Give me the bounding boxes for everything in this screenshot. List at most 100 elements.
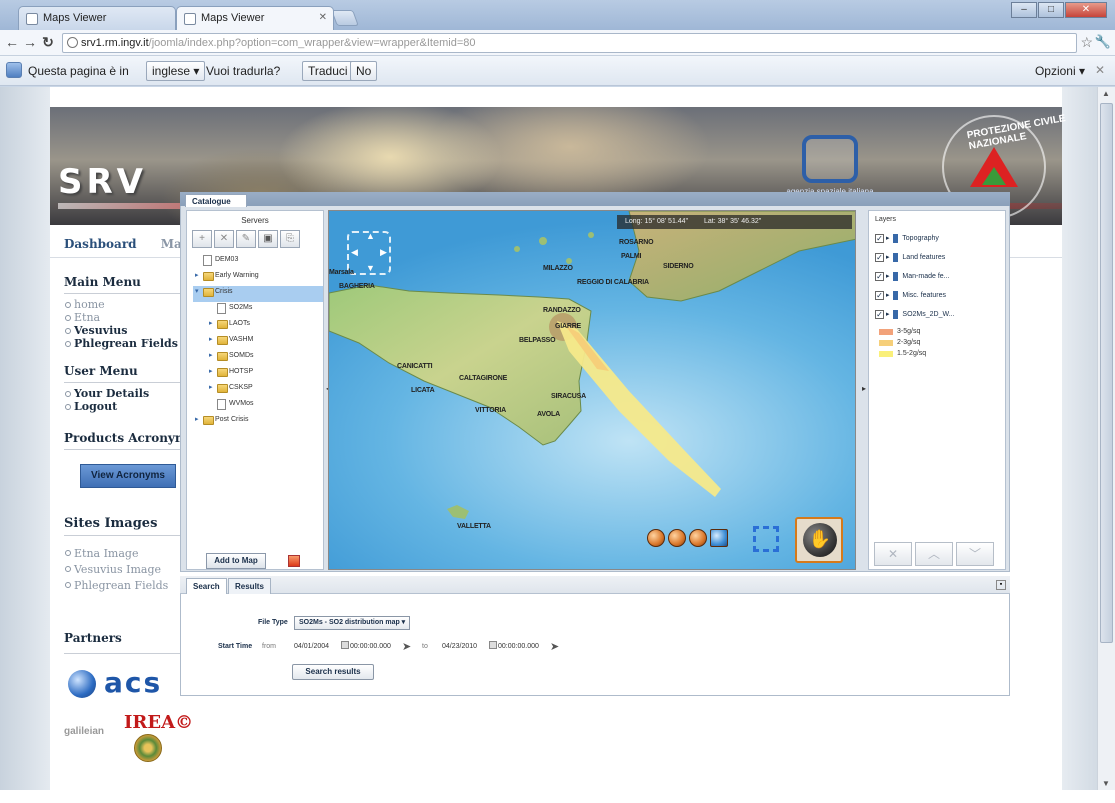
to-date-field[interactable]: 04/23/2010 — [442, 643, 477, 650]
tree-item[interactable]: ▸ LAOTs — [207, 318, 323, 334]
tree-item[interactable]: ▸ SOMDs — [207, 350, 323, 366]
close-tab-icon[interactable]: ✕ — [319, 12, 327, 23]
reload-icon[interactable]: ↻ — [40, 34, 56, 51]
forward-arrow-icon[interactable]: → — [22, 34, 38, 50]
pan-right-icon[interactable]: ▶ — [380, 247, 387, 258]
from-date-field[interactable]: 04/01/2004 — [294, 643, 329, 650]
layer-info-icon[interactable] — [893, 290, 899, 300]
expand-toggle-icon[interactable]: ▾ — [195, 286, 199, 298]
scrollbar-thumb[interactable] — [1100, 103, 1113, 643]
expand-toggle-icon[interactable]: ▸ — [209, 318, 213, 330]
pan-down-icon[interactable]: ▼ — [366, 263, 375, 273]
page-scrollbar[interactable]: ▲ ▼ — [1097, 87, 1115, 790]
expand-toggle-icon[interactable]: ▸ — [886, 254, 891, 261]
calendar-icon[interactable] — [489, 641, 497, 649]
info-tool-icon[interactable] — [647, 529, 665, 547]
layer-checkbox[interactable]: ✓ — [875, 309, 884, 319]
tab-results[interactable]: Results — [228, 578, 271, 594]
layer-item[interactable]: ✓ ▸ Topography — [869, 229, 1005, 248]
irea-logo[interactable]: IREA© — [124, 712, 193, 733]
map-view[interactable]: Long: 15° 08' 51.44" Lat: 38° 35' 46.32"… — [328, 210, 856, 570]
panel-menu-icon[interactable]: ▪ — [996, 580, 1006, 590]
layer-checkbox[interactable]: ✓ — [875, 290, 884, 300]
calendar-icon[interactable] — [341, 641, 349, 649]
bookmark-star-icon[interactable]: ☆ — [1080, 34, 1093, 51]
layer-info-icon[interactable] — [893, 252, 899, 262]
expand-toggle-icon[interactable]: ▸ — [886, 273, 891, 280]
remove-layer-icon[interactable]: ✕ — [874, 542, 912, 566]
zoom-in-icon[interactable] — [668, 529, 686, 547]
tree-item[interactable]: WVMos — [207, 398, 323, 414]
add-server-icon[interactable]: + — [192, 230, 212, 248]
edit-server-icon[interactable]: ✎ — [236, 230, 256, 248]
layer-item[interactable]: ✓ ▸ Land features — [869, 248, 1005, 267]
delete-server-icon[interactable]: ✕ — [214, 230, 234, 248]
pan-left-icon[interactable]: ◀ — [351, 247, 358, 258]
tab-search[interactable]: Search — [186, 578, 227, 594]
close-translate-icon[interactable]: ✕ — [1095, 63, 1105, 77]
layer-checkbox[interactable]: ✓ — [875, 271, 884, 281]
minimize-button[interactable]: – — [1011, 2, 1037, 18]
save-icon[interactable]: ▣ — [258, 230, 278, 248]
file-type-select[interactable]: SO2Ms - SO2 distribution map ▾ — [294, 616, 410, 630]
options-menu[interactable]: Opzioni ▾ — [1035, 64, 1085, 78]
layer-item[interactable]: ✓ ▸ Man-made fe... — [869, 267, 1005, 286]
layer-item[interactable]: ✓ ▸ SO2Ms_2D_W... — [869, 305, 1005, 324]
pan-hand-tool[interactable]: ✋ — [795, 517, 843, 563]
to-time-field[interactable]: 00:00:00.000 — [498, 643, 539, 650]
move-layer-down-icon[interactable]: ﹀ — [956, 542, 994, 566]
view-acronyms-button[interactable]: View Acronyms — [80, 464, 176, 488]
expand-toggle-icon[interactable]: ▸ — [886, 235, 891, 242]
tree-item[interactable]: ▸ Post Crisis — [193, 414, 323, 430]
tree-item[interactable]: SO2Ms — [207, 302, 323, 318]
expand-toggle-icon[interactable]: ▸ — [886, 311, 891, 318]
galileian-logo[interactable]: galileian — [64, 726, 104, 737]
expand-toggle-icon[interactable]: ▸ — [195, 270, 199, 282]
zoom-out-icon[interactable] — [689, 529, 707, 547]
zoom-box-icon[interactable] — [753, 526, 779, 552]
no-button[interactable]: No — [350, 61, 378, 81]
expand-toggle-icon[interactable]: ▸ — [209, 334, 213, 346]
tree-item[interactable]: ▾ Crisis — [193, 286, 323, 302]
maximize-button[interactable]: □ — [1038, 2, 1064, 18]
university-seal-icon[interactable] — [134, 734, 162, 762]
expand-toggle-icon[interactable]: ▸ — [886, 292, 891, 299]
tree-item[interactable]: ▸ HOTSP — [207, 366, 323, 382]
tab-maps-viewer-2[interactable]: Maps Viewer ✕ — [176, 6, 334, 30]
tree-item[interactable]: ▸ Early Warning — [193, 270, 323, 286]
select-tool-icon[interactable] — [710, 529, 728, 547]
language-select[interactable]: inglese ▾ — [146, 61, 206, 81]
scroll-down-icon[interactable]: ▼ — [1102, 779, 1110, 788]
translate-button[interactable]: Traduci — [302, 61, 354, 81]
layer-info-icon[interactable] — [893, 271, 899, 281]
expand-toggle-icon[interactable]: ▸ — [195, 414, 199, 426]
remove-icon[interactable] — [288, 555, 300, 567]
scroll-up-icon[interactable]: ▲ — [1102, 89, 1110, 98]
address-bar[interactable]: srv1.rm.ingv.it/joomla/index.php?option=… — [62, 33, 1077, 53]
expand-toggle-icon[interactable]: ▸ — [209, 350, 213, 362]
tree-item[interactable]: DEM03 — [193, 254, 323, 270]
collapse-right-icon[interactable]: ▸ — [862, 384, 866, 393]
nav-dashboard[interactable]: Dashboard — [64, 237, 137, 251]
expand-toggle-icon[interactable]: ▸ — [209, 382, 213, 394]
expand-toggle-icon[interactable]: ▸ — [209, 366, 213, 378]
new-tab-button[interactable] — [331, 10, 359, 26]
from-time-field[interactable]: 00:00:00.000 — [350, 643, 391, 650]
pan-up-icon[interactable]: ▲ — [366, 231, 375, 241]
tree-item[interactable]: ▸ VASHM — [207, 334, 323, 350]
export-icon[interactable]: ⎘ — [280, 230, 300, 248]
layer-info-icon[interactable] — [893, 309, 899, 319]
close-window-button[interactable]: ✕ — [1065, 2, 1107, 18]
add-to-map-button[interactable]: Add to Map — [206, 553, 266, 569]
tab-maps-viewer-1[interactable]: Maps Viewer — [18, 6, 176, 30]
layer-checkbox[interactable]: ✓ — [875, 233, 884, 243]
move-layer-up-icon[interactable]: ︿ — [915, 542, 953, 566]
search-results-button[interactable]: Search results — [292, 664, 374, 680]
tab-catalogue[interactable]: Catalogue — [185, 194, 247, 207]
back-arrow-icon[interactable]: ← — [4, 34, 20, 50]
layer-item[interactable]: ✓ ▸ Misc. features — [869, 286, 1005, 305]
wrench-icon[interactable]: 🔧 — [1095, 34, 1111, 50]
layer-checkbox[interactable]: ✓ — [875, 252, 884, 262]
layer-info-icon[interactable] — [893, 233, 899, 243]
tree-item[interactable]: ▸ CSKSP — [207, 382, 323, 398]
